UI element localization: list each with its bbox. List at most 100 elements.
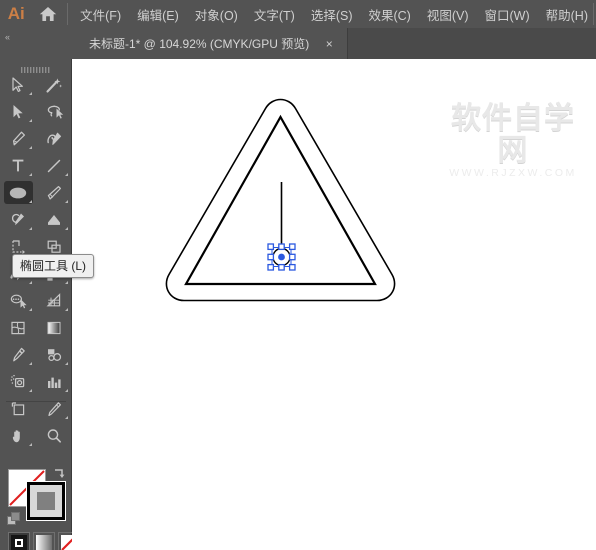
type-T-icon — [12, 159, 24, 171]
flyout-indicator — [29, 443, 32, 446]
warning-triangle-artwork[interactable] — [72, 59, 596, 550]
tool-row — [0, 152, 72, 179]
ellipse-icon — [9, 187, 27, 198]
flyout-indicator — [65, 200, 68, 203]
tool-row — [0, 98, 72, 125]
menu-divider — [67, 3, 69, 25]
default-swatch-icon — [7, 512, 20, 525]
tool-row — [0, 125, 72, 152]
mesh-grid-icon — [46, 292, 60, 306]
tool-eyedropper-tool[interactable] — [0, 341, 36, 368]
flyout-indicator — [65, 281, 68, 284]
symbol-sprayer-icon — [10, 374, 24, 387]
flyout-indicator — [29, 362, 32, 365]
pen-nib-icon — [12, 131, 26, 145]
tool-type-tool[interactable] — [0, 152, 36, 179]
tool-mesh-tool[interactable] — [36, 287, 72, 314]
fill-swatch[interactable] — [26, 481, 66, 521]
perspective-grid-icon — [10, 294, 27, 308]
close-icon[interactable]: × — [323, 38, 335, 50]
slice-knife-icon — [48, 401, 62, 416]
tool-paintbrush-tool[interactable] — [36, 179, 72, 206]
tool-pen-tool[interactable] — [0, 125, 36, 152]
flyout-indicator — [29, 308, 32, 311]
mesh-envelope-icon — [11, 321, 25, 334]
collapse-panel-button[interactable]: « — [5, 32, 10, 42]
tool-curvature-tool[interactable] — [36, 125, 72, 152]
curvature-icon — [46, 132, 61, 145]
flyout-indicator — [29, 92, 32, 95]
menu-item-object[interactable]: 对象(O) — [187, 0, 246, 28]
color-mode-solid-button[interactable] — [8, 532, 30, 550]
color-mode-buttons — [8, 532, 80, 550]
direct-selection-arrow-icon — [13, 104, 23, 118]
ellipse-tool-tooltip: 椭圆工具 (L) — [12, 254, 95, 278]
fill-swatch-center — [37, 492, 55, 510]
tool-line-segment-tool[interactable] — [36, 152, 72, 179]
shaper-icon — [11, 213, 24, 225]
tool-direct-selection-tool[interactable] — [0, 98, 36, 125]
tool-lasso-tool[interactable] — [36, 98, 72, 125]
tool-row — [0, 206, 72, 233]
tool-row — [0, 314, 72, 341]
color-mode-gradient-button[interactable] — [33, 532, 55, 550]
magnifier-icon — [47, 428, 61, 443]
menu-item-file[interactable]: 文件(F) — [72, 0, 129, 28]
menu-bar: Ai 文件(F) 编辑(E) 对象(O) 文字(T) 选择(S) 效果(C) 视… — [0, 0, 596, 28]
panel-collapse-area: « — [0, 28, 75, 59]
eyedropper-icon — [13, 347, 25, 361]
tool-row — [0, 368, 72, 395]
selected-ellipse-bounding-box — [267, 243, 296, 271]
default-fill-stroke-button[interactable] — [7, 512, 21, 531]
document-tab-title: 未标题-1* @ 104.92% (CMYK/GPU 预览) — [89, 37, 310, 51]
flyout-indicator — [29, 281, 32, 284]
tool-eraser-tool[interactable] — [36, 206, 72, 233]
tool-ellipse-tool[interactable] — [0, 179, 36, 206]
free-transform-icon — [47, 240, 61, 253]
document-canvas[interactable]: 软件自学网 WWW.RJZXW.COM — [72, 59, 596, 550]
tool-row — [0, 341, 72, 368]
tools-panel: 椭圆工具 (L) — [0, 59, 95, 550]
flyout-indicator — [65, 173, 68, 176]
hand-icon — [12, 429, 20, 442]
menu-item-list: 文件(F) 编辑(E) 对象(O) 文字(T) 选择(S) 效果(C) 视图(V… — [72, 0, 596, 28]
tool-perspective-grid-tool[interactable] — [0, 287, 36, 314]
tool-blend-tool[interactable] — [36, 341, 72, 368]
tool-gradient-tool[interactable] — [36, 314, 72, 341]
tool-selection-tool[interactable] — [0, 71, 36, 98]
menu-item-effect[interactable]: 效果(C) — [360, 0, 418, 28]
lasso-icon — [47, 105, 63, 119]
flyout-indicator — [65, 227, 68, 230]
eraser-icon — [48, 214, 60, 225]
flyout-indicator — [29, 227, 32, 230]
tool-column-graph-tool[interactable] — [36, 368, 72, 395]
tool-mesh-fill-tool[interactable] — [0, 314, 36, 341]
tool-shaper-tool[interactable] — [0, 206, 36, 233]
magic-wand-icon — [46, 77, 63, 93]
tool-symbol-sprayer-tool[interactable] — [0, 368, 36, 395]
flyout-indicator — [29, 200, 32, 203]
home-button[interactable] — [33, 0, 64, 28]
menu-item-view[interactable]: 视图(V) — [419, 0, 477, 28]
tool-magic-wand-tool[interactable] — [36, 71, 72, 98]
paintbrush-icon — [47, 185, 62, 200]
menu-item-select[interactable]: 选择(S) — [303, 0, 361, 28]
flyout-indicator — [29, 389, 32, 392]
menu-item-window[interactable]: 窗口(W) — [477, 0, 538, 28]
flyout-indicator — [29, 119, 32, 122]
gradient-color-icon — [36, 535, 52, 550]
selection-center-dot — [278, 253, 285, 261]
flyout-indicator — [29, 146, 32, 149]
line-segment-icon — [47, 159, 61, 172]
menu-item-edit[interactable]: 编辑(E) — [129, 0, 187, 28]
artboard-icon — [11, 401, 24, 415]
menu-item-help[interactable]: 帮助(H) — [538, 0, 596, 28]
flyout-indicator — [65, 308, 68, 311]
menu-item-type[interactable]: 文字(T) — [246, 0, 303, 28]
document-tab[interactable]: 未标题-1* @ 104.92% (CMYK/GPU 预览) × — [75, 28, 349, 59]
tools-panel-drag-handle[interactable] — [21, 61, 51, 73]
document-tab-bar: « 未标题-1* @ 104.92% (CMYK/GPU 预览) × — [0, 28, 596, 59]
flyout-indicator — [65, 416, 68, 419]
blend-icon — [47, 348, 61, 361]
rotate-icon — [12, 239, 25, 254]
